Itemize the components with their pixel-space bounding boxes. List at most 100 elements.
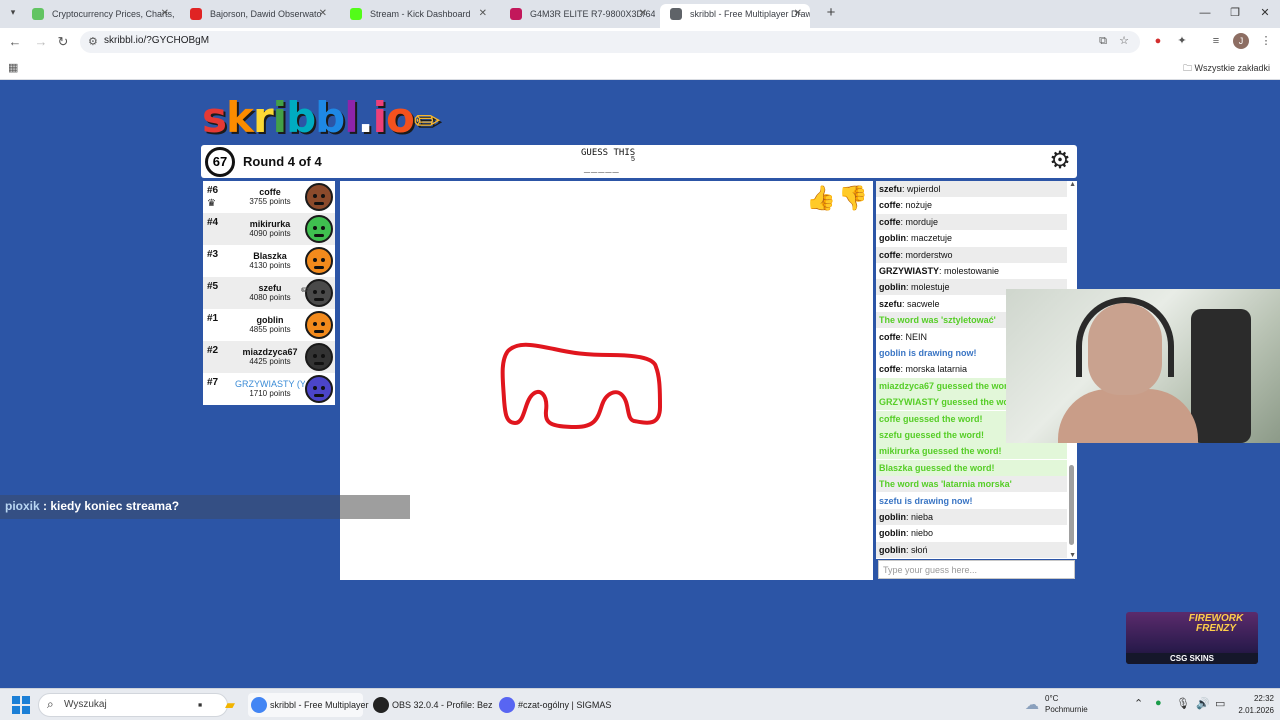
bookmark-star-icon[interactable]: ☆: [1116, 33, 1132, 49]
player-avatar: [305, 343, 333, 371]
drawing-canvas[interactable]: 👍 👎: [340, 181, 873, 580]
player-name: szefu: [258, 283, 282, 293]
player-row[interactable]: #4 mikirurka 4090 points: [203, 213, 335, 245]
player-rank: #4: [207, 217, 219, 228]
windows-start-icon[interactable]: [12, 696, 30, 714]
battery-icon[interactable]: ▭: [1215, 697, 1225, 710]
browser-tab[interactable]: Bajorson, Dawid Obserwato ✕: [180, 4, 335, 28]
tray-chevron-icon[interactable]: ⌃: [1134, 697, 1143, 710]
apps-grid-icon[interactable]: ▦: [8, 61, 18, 74]
address-bar[interactable]: ⚙ skribbl.io/?GYCHOBgM: [80, 31, 1140, 53]
tab-favicon-icon: [670, 8, 682, 20]
settings-gear-icon[interactable]: ⚙: [1046, 147, 1074, 175]
weather-widget[interactable]: ☁ 0°C Pochmurnie: [1025, 693, 1095, 717]
chat-message: goblin: słoń: [876, 541, 1067, 558]
chat-username: GRZYWIASTY: [879, 266, 939, 276]
restore-button[interactable]: ❐: [1220, 4, 1250, 24]
tab-close-icon[interactable]: ✕: [161, 4, 169, 24]
menu-dots-icon[interactable]: ⋮: [1258, 33, 1274, 49]
chat-system-text: szefu is drawing now!: [879, 495, 973, 506]
taskbar-app[interactable]: skribbl - Free Multiplayer: [248, 693, 369, 717]
player-points: 4090 points: [249, 229, 291, 238]
tab-title: Bajorson, Dawid Obserwato: [210, 9, 322, 19]
browser-toolbar: ← → ↻ ⚙ skribbl.io/?GYCHOBgM ⧉ ☆ ● ✦ ≡ J…: [0, 28, 1280, 56]
browser-tab-strip: ▾ Cryptocurrency Prices, Charts, a ✕ Bajor…: [0, 0, 1280, 28]
task-view-icon[interactable]: ▪: [190, 695, 210, 715]
taskbar-app-label: OBS 32.0.4 - Profile: Bez: [392, 700, 493, 710]
tab-close-icon[interactable]: ✕: [794, 4, 802, 24]
player-name: goblin: [256, 315, 284, 325]
reload-icon[interactable]: ↻: [54, 33, 72, 51]
player-row[interactable]: #1 goblin 4855 points: [203, 309, 335, 341]
drawing-svg: [500, 342, 662, 429]
minimize-button[interactable]: —: [1190, 4, 1220, 24]
taskbar-app[interactable]: OBS 32.0.4 - Profile: Bez: [370, 693, 493, 717]
drawing-stroke: [500, 342, 662, 429]
player-row[interactable]: #3 Blaszka 4130 points: [203, 245, 335, 277]
close-window-button[interactable]: ✕: [1250, 4, 1280, 24]
chat-message: Blaszka guessed the word!: [876, 459, 1067, 476]
ticker-text: kiedy koniec streama?: [50, 499, 180, 513]
extensions-puzzle-icon[interactable]: ✦: [1174, 33, 1190, 49]
guess-input[interactable]: [878, 560, 1075, 579]
tab-search-icon[interactable]: ▾: [6, 7, 20, 21]
player-points: 4425 points: [249, 357, 291, 366]
chat-system-text: The word was 'latarnia morska': [879, 479, 1012, 490]
browser-tab[interactable]: Cryptocurrency Prices, Charts, a ✕: [22, 4, 177, 28]
scroll-down-icon[interactable]: ▼: [1069, 552, 1076, 559]
chat-system-text: Blaszka guessed the word!: [879, 462, 995, 473]
player-row[interactable]: #6 coffe 3755 points ♛: [203, 181, 335, 213]
drawing-pencil-icon: ✏: [300, 283, 311, 297]
site-info-icon[interactable]: ⚙: [88, 35, 98, 48]
tab-favicon-icon: [190, 8, 202, 20]
taskbar-app-label: #czat-ogólny | SIGMAS: [518, 700, 612, 710]
chat-message: goblin: nieba: [876, 509, 1067, 525]
tray-app-icon[interactable]: ●: [1155, 697, 1162, 709]
player-avatar: [305, 375, 333, 403]
clock[interactable]: 22:32 2.01.2026: [1236, 693, 1274, 717]
round-indicator: Round 4 of 4: [243, 154, 322, 169]
timer-clock-icon: 67: [205, 147, 235, 177]
tab-close-icon[interactable]: ✕: [479, 4, 487, 24]
player-name: coffe: [259, 187, 281, 197]
chat-message: goblin: maczetuje: [876, 230, 1067, 246]
forward-icon[interactable]: →: [32, 33, 50, 51]
profile-avatar[interactable]: J: [1233, 33, 1249, 49]
scroll-up-icon[interactable]: ▲: [1069, 181, 1076, 188]
media-control-icon[interactable]: ≡: [1208, 33, 1224, 49]
chat-text: niebo: [911, 528, 934, 539]
all-bookmarks-button[interactable]: 🗀 Wszystkie zakładki: [1183, 61, 1270, 77]
player-name: Blaszka: [253, 251, 287, 261]
chat-message: coffe: morduje: [876, 213, 1067, 230]
browser-tab[interactable]: G4M3R ELITE R7-9800X3D/64G ✕: [500, 4, 655, 28]
extension-icon[interactable]: ●: [1150, 33, 1166, 49]
tab-title: skribbl - Free Multiplayer Draw: [690, 9, 810, 19]
microphone-icon[interactable]: 🎙: [1176, 697, 1190, 710]
player-row[interactable]: #7 GRZYWIASTY (You)1710 points: [203, 373, 335, 405]
chat-username: goblin: [879, 282, 906, 293]
logo-letter: i: [372, 93, 387, 142]
ticker-gray-box: [340, 495, 410, 519]
player-row[interactable]: #5 szefu 4080 points ✏: [203, 277, 335, 309]
tab-close-icon[interactable]: ✕: [319, 4, 327, 24]
taskbar-app[interactable]: #czat-ogólny | SIGMAS: [496, 693, 611, 717]
url-text[interactable]: skribbl.io/?GYCHOBgM: [104, 35, 209, 46]
player-row[interactable]: #2 miazdzyca67 4425 points: [203, 341, 335, 373]
chat-message: szefu: wpierdol: [876, 181, 1067, 197]
search-placeholder: Wyszukaj: [64, 699, 107, 710]
chat-scrollbar[interactable]: [1069, 465, 1074, 545]
file-explorer-icon[interactable]: ▰: [220, 695, 240, 715]
translate-icon[interactable]: ⧉: [1095, 33, 1111, 49]
chat-message: The word was 'latarnia morska': [876, 476, 1067, 493]
back-icon[interactable]: ←: [6, 33, 24, 51]
volume-icon[interactable]: 🔊: [1196, 697, 1210, 710]
browser-tab[interactable]: Stream - Kick Dashboard ✕: [340, 4, 495, 28]
stream-chat-ticker: pioxik : kiedy koniec streama?: [0, 495, 410, 519]
tab-close-icon[interactable]: ✕: [639, 4, 647, 24]
chat-message: coffe: nożuje: [876, 197, 1067, 213]
browser-tab[interactable]: skribbl - Free Multiplayer Draw ✕: [660, 4, 810, 28]
new-tab-button[interactable]: +: [822, 5, 840, 23]
webcam-chair: [1191, 309, 1251, 443]
logo-letter: .: [357, 93, 374, 142]
player-points: 4130 points: [249, 261, 291, 270]
